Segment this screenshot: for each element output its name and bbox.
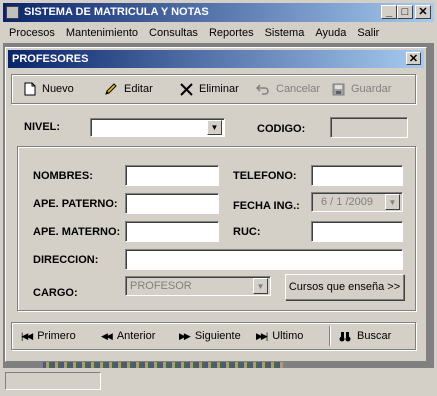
toolbar-panel: Nuevo Editar Eliminar Cancelar Guardar xyxy=(11,74,416,104)
app-title: SISTEMA DE MATRICULA Y NOTAS xyxy=(24,6,209,18)
primero-label: Primero xyxy=(37,330,76,342)
menu-reportes[interactable]: Reportes xyxy=(209,27,254,39)
codigo-field xyxy=(330,117,408,138)
app-title-bar[interactable]: SISTEMA DE MATRICULA Y NOTAS _ □ ✕ xyxy=(3,3,434,22)
buscar-label: Buscar xyxy=(357,330,392,342)
datos-panel: NOMBRES: TELEFONO: APE. PATERNO: FECHA I… xyxy=(17,146,416,311)
fecha-ing-value: 6 / 1 /2009 xyxy=(321,196,373,208)
menu-salir[interactable]: Salir xyxy=(357,27,379,39)
eliminar-label: Eliminar xyxy=(199,83,239,95)
editar-button[interactable]: Editar xyxy=(104,81,153,97)
fecha-ing-dropdown-button[interactable]: ▼ xyxy=(385,194,400,210)
binoculars-icon xyxy=(339,331,351,341)
next-record-icon: ▶▶ xyxy=(179,331,191,341)
navigation-panel: |◀◀ Primero ◀◀ Anterior ▶▶ Siguiente ▶▶|… xyxy=(11,322,416,350)
buscar-button[interactable]: Buscar xyxy=(339,328,391,344)
menu-consultas[interactable]: Consultas xyxy=(149,27,198,39)
ape-paterno-label: APE. PATERNO: xyxy=(33,198,118,210)
fecha-ing-label: FECHA ING.: xyxy=(233,200,300,212)
codigo-label: CODIGO: xyxy=(257,123,306,135)
nuevo-label: Nuevo xyxy=(42,83,74,95)
guardar-label: Guardar xyxy=(351,83,392,95)
siguiente-label: Siguiente xyxy=(194,330,241,342)
nombres-input[interactable] xyxy=(125,165,219,186)
previous-record-icon: ◀◀ xyxy=(101,331,113,341)
ruc-input[interactable] xyxy=(311,221,403,242)
editar-label: Editar xyxy=(124,83,153,95)
ultimo-button[interactable]: ▶▶| Ultimo xyxy=(256,328,303,344)
nivel-label: NIVEL: xyxy=(24,121,61,133)
anterior-label: Anterior xyxy=(116,330,156,342)
menu-mantenimiento[interactable]: Mantenimiento xyxy=(66,27,138,39)
x-icon xyxy=(180,82,193,96)
menu-sistema[interactable]: Sistema xyxy=(265,27,305,39)
direccion-input[interactable] xyxy=(125,249,403,270)
nav-separator xyxy=(329,326,331,346)
cargo-dropdown-button[interactable]: ▼ xyxy=(253,278,268,294)
cursos-button-label: Cursos que enseña >> xyxy=(288,281,401,293)
eliminar-button[interactable]: Eliminar xyxy=(180,81,239,97)
minimize-button[interactable]: _ xyxy=(381,5,397,19)
menu-procesos[interactable]: Procesos xyxy=(9,27,55,39)
floppy-disk-icon xyxy=(332,83,345,95)
menu-bar: Procesos Mantenimiento Consultas Reportes Si… xyxy=(9,25,390,41)
fecha-ing-picker[interactable]: 6 / 1 /2009 ▼ xyxy=(311,192,403,212)
cancelar-button[interactable]: Cancelar xyxy=(256,81,320,97)
maximize-button[interactable]: □ xyxy=(397,5,413,19)
guardar-button[interactable]: Guardar xyxy=(332,81,391,97)
app-icon xyxy=(6,6,19,19)
last-record-icon: ▶▶| xyxy=(256,331,268,341)
primero-button[interactable]: |◀◀ Primero xyxy=(21,328,76,344)
cargo-value: PROFESOR xyxy=(130,280,192,292)
nivel-dropdown-button[interactable]: ▼ xyxy=(207,120,222,135)
direccion-label: DIRECCION: xyxy=(33,254,99,266)
nivel-select[interactable]: ▼ xyxy=(90,118,225,137)
ruc-label: RUC: xyxy=(233,226,261,238)
cargo-label: CARGO: xyxy=(33,287,78,299)
profesores-title: PROFESORES xyxy=(12,53,89,65)
profesores-title-bar[interactable]: PROFESORES ✕ xyxy=(8,50,424,68)
undo-icon xyxy=(256,84,269,95)
ultimo-label: Ultimo xyxy=(272,330,304,342)
close-button[interactable]: ✕ xyxy=(415,5,431,19)
anterior-button[interactable]: ◀◀ Anterior xyxy=(101,328,155,344)
ape-materno-input[interactable] xyxy=(125,221,219,242)
status-panel xyxy=(5,372,101,390)
status-bar xyxy=(3,369,434,393)
first-record-icon: |◀◀ xyxy=(21,331,33,341)
telefono-label: TELEFONO: xyxy=(233,170,297,182)
profesores-close-button[interactable]: ✕ xyxy=(406,52,421,65)
nuevo-button[interactable]: Nuevo xyxy=(24,81,74,97)
telefono-input[interactable] xyxy=(311,165,403,186)
menu-ayuda[interactable]: Ayuda xyxy=(315,27,346,39)
cursos-button[interactable]: Cursos que enseña >> xyxy=(285,274,404,300)
profesores-window: PROFESORES ✕ Nuevo Editar Eliminar Cance… xyxy=(5,47,427,362)
siguiente-button[interactable]: ▶▶ Siguiente xyxy=(179,328,241,344)
ape-materno-label: APE. MATERNO: xyxy=(33,226,121,238)
nombres-label: NOMBRES: xyxy=(33,170,93,182)
new-document-icon xyxy=(24,82,36,96)
cargo-select[interactable]: PROFESOR ▼ xyxy=(125,276,271,296)
pencil-icon xyxy=(105,83,117,95)
cancelar-label: Cancelar xyxy=(276,83,321,95)
ape-paterno-input[interactable] xyxy=(125,193,219,214)
